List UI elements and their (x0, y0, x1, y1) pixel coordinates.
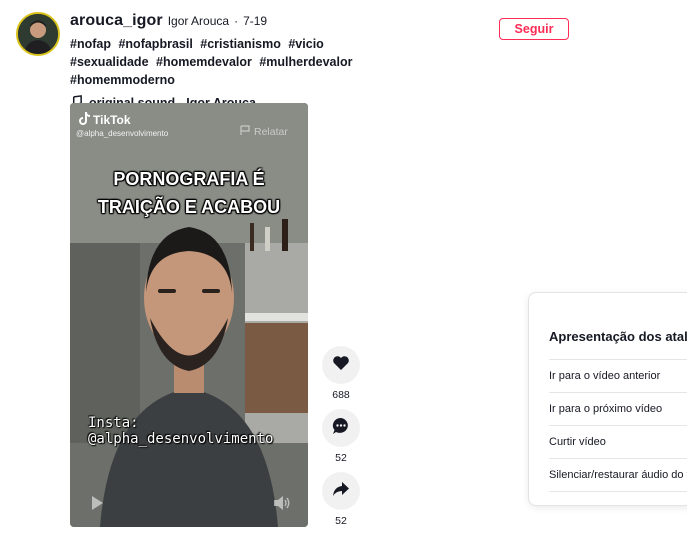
heart-icon (332, 355, 350, 376)
volume-icon[interactable] (273, 495, 291, 516)
caption: #nofap #nofapbrasil #cristianismo #vicio… (70, 35, 400, 89)
username[interactable]: arouca_igor (70, 12, 163, 30)
like-count: 688 (332, 389, 350, 401)
report-button[interactable]: Relatar (240, 125, 288, 138)
keyboard-shortcuts-list: Ir para o vídeo anterior Ir para o próxi… (549, 359, 687, 492)
flag-icon (240, 125, 250, 138)
hashtag-link[interactable]: #nofap (70, 37, 111, 51)
video-overlay-text-line2: TRAIÇÃO E ACABOU (97, 197, 281, 217)
shortcut-like-video[interactable]: Curtir vídeo (549, 425, 687, 458)
shortcut-next-video[interactable]: Ir para o próximo vídeo (549, 392, 687, 425)
date-separator: · (234, 14, 239, 28)
share-button[interactable] (322, 472, 360, 510)
follow-button[interactable]: Seguir (499, 18, 569, 40)
avatar[interactable] (16, 12, 60, 56)
share-count: 52 (335, 515, 347, 527)
shortcut-previous-video[interactable]: Ir para o vídeo anterior (549, 359, 687, 392)
keyboard-shortcuts-panel: Apresentação dos atalhos de teclado Ir p… (528, 292, 687, 506)
hashtag-link[interactable]: #mulherdevalor (259, 55, 352, 69)
share-action: 52 (321, 472, 361, 529)
like-action: 688 (321, 346, 361, 403)
hashtag-link[interactable]: #nofapbrasil (118, 37, 192, 51)
author-row: arouca_igor Igor Arouca · 7-19 (70, 12, 470, 30)
comment-button[interactable] (322, 409, 360, 447)
like-button[interactable] (322, 346, 360, 384)
hashtag-link[interactable]: #homemdevalor (156, 55, 252, 69)
tiktok-logo-icon (78, 112, 90, 128)
tiktok-watermark-label: TikTok (93, 113, 131, 127)
play-icon[interactable] (90, 495, 104, 516)
video-frame-image (70, 103, 308, 527)
hashtag-link[interactable]: #sexualidade (70, 55, 149, 69)
tiktok-watermark: TikTok (78, 112, 131, 128)
share-arrow-icon (332, 481, 350, 502)
watermark-handle: @alpha_desenvolvimento (76, 129, 169, 138)
video-overlay-text-line1: PORNOGRAFIA É (113, 169, 265, 189)
hashtag-link[interactable]: #cristianismo (200, 37, 281, 51)
hashtag-link[interactable]: #vicio (288, 37, 323, 51)
comment-count: 52 (335, 452, 347, 464)
video-player[interactable]: TikTok @alpha_desenvolvimento Relatar PO… (70, 103, 308, 527)
video-insta-text: Insta: @alpha_desenvolvimento (88, 415, 274, 447)
post-header: arouca_igor Igor Arouca · 7-19 #nofap #n… (70, 12, 470, 111)
report-label: Relatar (254, 125, 288, 138)
keyboard-shortcuts-title: Apresentação dos atalhos de teclado (549, 329, 687, 344)
comment-action: 52 (321, 409, 361, 466)
nickname[interactable]: Igor Arouca (168, 14, 229, 28)
shortcut-mute-video[interactable]: Silenciar/restaurar áudio do vídeo (549, 458, 687, 492)
post-date: 7-19 (243, 14, 268, 28)
hashtag-link[interactable]: #homemmoderno (70, 73, 175, 87)
comment-icon (332, 417, 350, 440)
